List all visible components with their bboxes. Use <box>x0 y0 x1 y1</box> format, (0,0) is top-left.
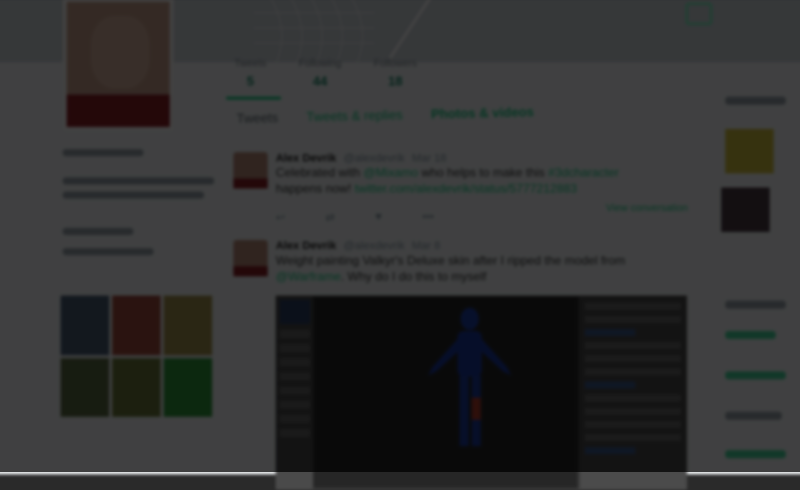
panel-line <box>725 411 782 420</box>
panel-link-line[interactable] <box>725 450 786 459</box>
tweet-actions: ↩ ⇄ ♥ ••• <box>276 211 434 224</box>
mention-link[interactable]: @Mixamo <box>363 165 418 179</box>
panel-line <box>725 300 786 309</box>
panel-link-line[interactable] <box>725 371 786 380</box>
panel-title-line <box>725 96 786 105</box>
stat-value: 5 <box>246 73 255 89</box>
character-model-figure <box>428 307 512 447</box>
media-3d-scene <box>313 296 578 489</box>
tweet-handle[interactable]: @alexdevrik <box>343 240 404 252</box>
tweet-header: Alex Devrik @alexdevrik Mar 18 <box>276 152 447 164</box>
tweet-date[interactable]: Mar 8 <box>412 240 440 252</box>
media-thumb[interactable] <box>60 357 110 417</box>
media-thumb[interactable] <box>60 295 110 355</box>
view-conversation-link[interactable]: View conversation <box>606 203 688 214</box>
tab-tweets[interactable]: Tweets <box>236 110 278 126</box>
like-icon[interactable]: ♥ <box>375 211 382 224</box>
tweet-text-part: Weight painting Valkyr's Deluxe skin aft… <box>275 253 626 268</box>
stat-followers[interactable]: Followers 18 <box>374 58 417 88</box>
stat-label: Tweets <box>234 58 267 70</box>
stat-label: Followers <box>373 58 417 70</box>
tab-tweets-replies[interactable]: Tweets & replies <box>306 107 403 124</box>
tweet-author-name[interactable]: Alex Devrik <box>276 152 337 164</box>
timeline-tabs: Tweets Tweets & replies Photos & videos <box>236 104 534 126</box>
tweet-text-part: happens now! <box>275 181 355 196</box>
tweet-author-name[interactable]: Alex Devrik <box>276 240 337 252</box>
photo-video-grid[interactable] <box>60 295 213 417</box>
profile-page: Tweets 5 Following 44 Followers 18 Tweet… <box>0 0 800 490</box>
tweet-handle[interactable]: @alexdevrik <box>343 152 404 164</box>
stat-tweets[interactable]: Tweets 5 <box>234 58 266 88</box>
tweet-text: Weight painting Valkyr's Deluxe skin aft… <box>276 252 680 284</box>
stat-value: 44 <box>312 73 328 89</box>
profile-bio-line <box>62 177 215 185</box>
avatar-shirt <box>66 94 170 127</box>
profile-stats: Tweets 5 Following 44 Followers 18 <box>234 58 417 88</box>
tweet-text: Celebrated with @Mixamo who helps to mak… <box>276 164 680 196</box>
mention-link[interactable]: @Warframe <box>276 269 341 283</box>
suggestion-avatar[interactable] <box>721 187 770 232</box>
follow-icon[interactable] <box>685 2 713 25</box>
tweet-date[interactable]: Mar 18 <box>412 152 447 164</box>
tweet-header: Alex Devrik @alexdevrik Mar 8 <box>276 240 441 252</box>
more-icon[interactable]: ••• <box>422 211 434 224</box>
profile-bio-line <box>62 191 205 199</box>
media-nav-gizmo <box>279 299 311 324</box>
tweet-url-link[interactable]: twitter.com/alexdevrik/status/5777212883 <box>355 181 577 195</box>
tweet[interactable]: Alex Devrik @alexdevrik Mar 8 Weight pai… <box>233 240 688 301</box>
tweet-text-part: . Why do I do this to myself <box>340 269 487 284</box>
reply-icon[interactable]: ↩ <box>276 211 285 224</box>
tweet-text-part: Celebrated with <box>275 165 364 180</box>
retweet-icon[interactable]: ⇄ <box>325 211 334 224</box>
profile-avatar[interactable] <box>62 0 174 131</box>
stat-value: 18 <box>387 73 403 89</box>
suggestion-avatar[interactable] <box>725 128 774 174</box>
banner-line-art <box>388 0 431 59</box>
tweet-text-part: who helps to make this <box>418 165 549 180</box>
media-toolbar-panel <box>276 296 314 489</box>
active-stat-underline <box>226 96 281 100</box>
tweet[interactable]: Alex Devrik @alexdevrik Mar 18 Celebrate… <box>233 152 688 233</box>
media-thumb[interactable] <box>112 295 161 355</box>
hashtag-link[interactable]: #3dcharacter <box>548 165 619 179</box>
panel-link-line[interactable] <box>725 330 776 340</box>
stat-label: Following <box>298 58 342 70</box>
media-thumb[interactable] <box>112 357 161 417</box>
media-properties-panel <box>579 296 686 489</box>
stat-following[interactable]: Following 44 <box>299 58 342 88</box>
tweet-avatar[interactable] <box>233 152 268 189</box>
wireframe-banner-art <box>253 0 375 63</box>
media-thumb[interactable] <box>163 295 213 355</box>
profile-location-line <box>62 227 134 235</box>
avatar-face <box>90 15 150 89</box>
tweet-avatar[interactable] <box>233 240 268 277</box>
tweet-media-image[interactable] <box>275 295 687 490</box>
profile-name-line <box>62 149 144 157</box>
tab-photos-videos[interactable]: Photos & videos <box>431 104 534 121</box>
media-thumb[interactable] <box>163 357 213 417</box>
profile-joined-line <box>62 248 154 256</box>
